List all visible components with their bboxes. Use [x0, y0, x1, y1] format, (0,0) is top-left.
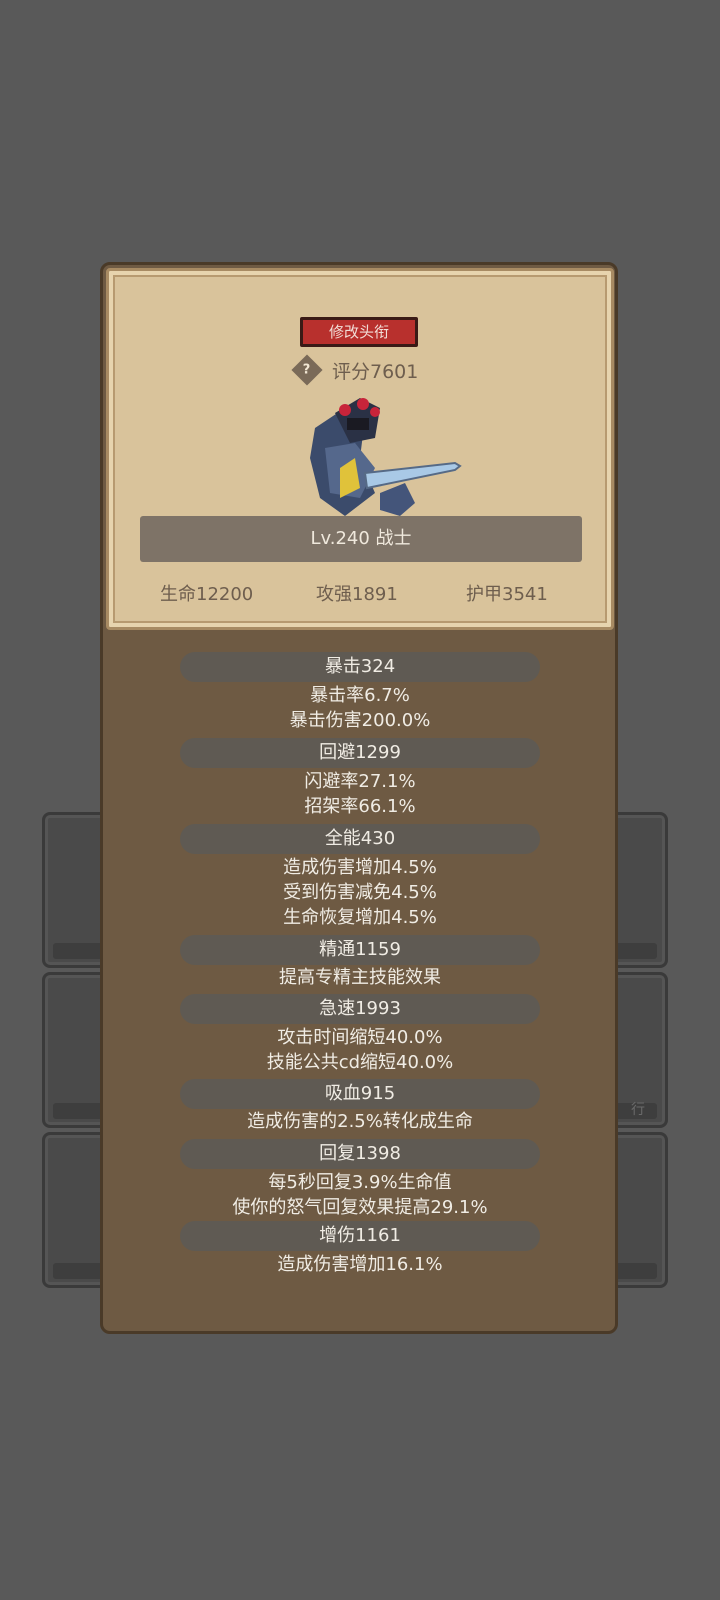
level-class-bar: Lv.240 战士	[140, 516, 582, 562]
help-icon[interactable]: ?	[291, 354, 323, 386]
stat-line: 闪避率27.1%	[304, 771, 416, 792]
stat-header-crit: 暴击324	[180, 652, 540, 682]
stat-line: 受到伤害减免4.5%	[283, 882, 437, 903]
score-text: 评分7601	[332, 360, 419, 383]
stat-line: 攻击时间缩短40.0%	[277, 1027, 443, 1048]
card-stat-hp: 生命12200	[160, 584, 254, 605]
stat-header-dodge: 回避1299	[180, 738, 540, 768]
stat-header-regen: 回复1398	[180, 1139, 540, 1169]
stat-line: 造成伤害增加16.1%	[277, 1254, 443, 1275]
stat-line: 招架率66.1%	[304, 796, 416, 817]
stat-header-mastery: 精通1159	[180, 935, 540, 965]
stat-header-leech: 吸血915	[180, 1079, 540, 1109]
hero-sprite	[310, 398, 462, 516]
stat-line: 技能公共cd缩短40.0%	[266, 1052, 454, 1073]
stat-header-haste: 急速1993	[180, 994, 540, 1024]
stat-line: 暴击率6.7%	[310, 685, 410, 706]
card-stat-armor: 护甲3541	[466, 584, 548, 605]
help-icon-glyph: ?	[303, 362, 311, 378]
stat-line: 暴击伤害200.0%	[289, 710, 431, 731]
stat-line: 造成伤害增加4.5%	[283, 857, 437, 878]
card-stat-attack: 攻强1891	[316, 584, 398, 605]
stat-line: 使你的怒气回复效果提高29.1%	[232, 1197, 488, 1218]
change-title-button[interactable]: 修改头衔	[300, 317, 418, 347]
score-row: ? 评分7601	[291, 354, 419, 386]
stat-line: 每5秒回复3.9%生命值	[268, 1172, 452, 1193]
stat-line: 提高专精主技能效果	[279, 967, 441, 988]
stat-line: 造成伤害的2.5%转化成生命	[247, 1111, 473, 1132]
stat-header-damage: 增伤1161	[180, 1221, 540, 1251]
stat-line: 生命恢复增加4.5%	[283, 907, 437, 928]
stat-header-versatility: 全能430	[180, 824, 540, 854]
bg-slot-label: 行	[631, 1102, 645, 1118]
